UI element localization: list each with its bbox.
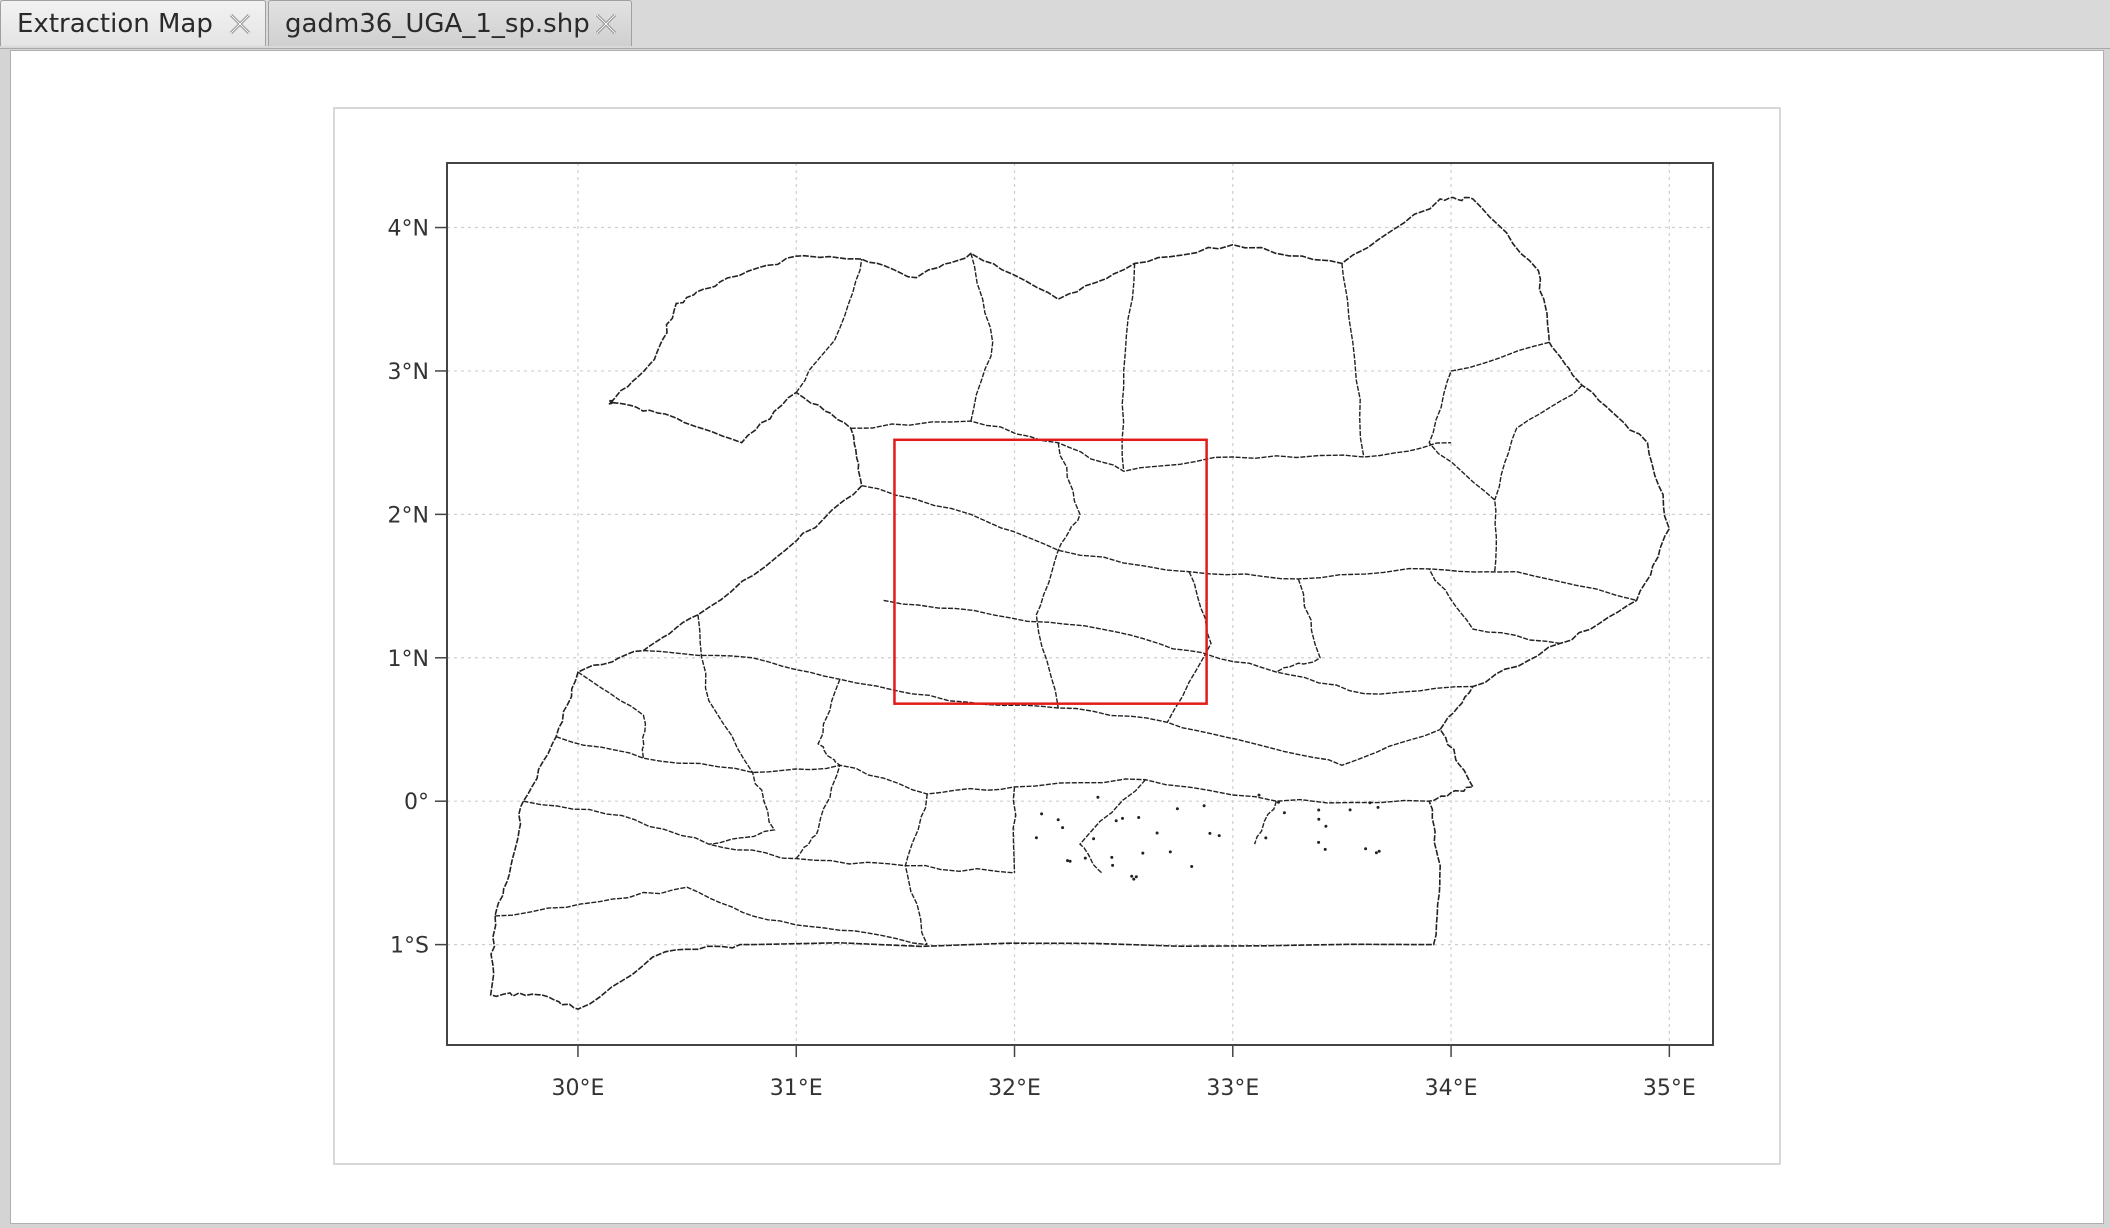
close-icon[interactable] [591,9,621,39]
x-tick-label: 30°E [552,1076,605,1101]
island-dot [1040,812,1044,816]
tab-shapefile[interactable]: gadm36_UGA_1_sp.shp [268,0,632,46]
island-dot [1132,877,1136,881]
x-tick-label: 32°E [988,1076,1041,1101]
x-tick-label: 34°E [1425,1076,1478,1101]
plot-frame: 30°E 31°E 32°E 33°E 34°E 35°E 4°N 3°N 2°N 1°N 0° 1… [333,107,1781,1165]
region-boundary [1428,568,1561,645]
island-dot [1217,834,1221,838]
island-dot [1096,795,1100,799]
island-dot [1208,831,1212,835]
y-tick-label: 2°N [388,503,429,528]
island-dot [1317,840,1321,844]
region-boundary [904,793,928,945]
island-dot [1324,824,1328,828]
uganda-boundaries [489,196,1671,1010]
island-dot [1257,793,1261,797]
island-dot [1376,805,1380,809]
island-dot [1374,851,1378,855]
plot-area-border [446,162,1714,1046]
country-outline [489,196,1671,1010]
island-dot [1121,816,1124,820]
region-boundary [795,258,863,393]
region-boundary [523,800,1015,874]
island-dot [1175,807,1179,811]
tab-label: gadm36_UGA_1_sp.shp [285,8,590,39]
extraction-selection-box[interactable] [893,438,1208,705]
region-boundary [643,649,1441,767]
region-boundary [970,253,994,422]
y-axis-ticks: 4°N 3°N 2°N 1°N 0° 1°S [388,217,447,959]
island-dot [1141,851,1145,855]
x-axis-ticks: 30°E 31°E 32°E 33°E 34°E 35°E [552,1045,1696,1101]
island-dot [1034,836,1038,840]
y-tick-label: 0° [404,790,429,815]
region-boundary [1035,442,1081,709]
map-plot[interactable]: 30°E 31°E 32°E 33°E 34°E 35°E 4°N 3°N 2°N 1°N 0° 1… [335,109,1779,1163]
island-dot [1083,856,1087,860]
region-boundary [861,485,1637,602]
region-boundary [1166,571,1212,723]
island-dot [1092,837,1096,841]
y-tick-label: 3°N [388,360,429,385]
island-dot [1061,826,1065,830]
region-boundary [1428,341,1550,572]
island-dot [1364,847,1368,851]
island-dot [1368,801,1372,805]
y-tick-label: 4°N [388,217,429,242]
y-tick-label: 1°S [390,934,429,959]
region-boundary [1079,779,1147,874]
close-icon[interactable] [225,9,255,39]
island-dot [1134,875,1138,879]
island-dot [1317,808,1321,812]
region-boundary [1494,384,1583,501]
map-panel: 30°E 31°E 32°E 33°E 34°E 35°E 4°N 3°N 2°N 1°N 0° 1… [10,50,2104,1224]
island-dot [1323,847,1327,851]
island-dot [1377,849,1381,853]
grid [447,163,1713,1045]
island-dot [1155,831,1159,835]
island-dot [1130,874,1134,878]
island-dot [1066,859,1069,863]
x-tick-label: 33°E [1206,1076,1259,1101]
region-boundary [494,886,928,946]
tab-label: Extraction Map [17,8,213,39]
island-dot [1137,816,1141,819]
island-dot [1056,818,1060,822]
region-boundary [850,420,1452,473]
island-dot [1282,811,1286,815]
region-boundary [555,736,1430,804]
island-dot [1317,817,1321,821]
island-dot [1110,855,1114,859]
island-dot [1202,804,1206,808]
tab-bar: Extraction Map gadm36_UGA_1_sp.shp [0,0,2110,49]
tab-extraction-map[interactable]: Extraction Map [0,0,266,46]
x-tick-label: 31°E [770,1076,823,1101]
region-boundary [883,599,1473,695]
island-dot [1168,850,1172,854]
island-dot [1190,865,1194,868]
island-dot [1277,800,1280,804]
island-dot [1111,863,1115,867]
island-dot [1068,859,1072,863]
island-dot [1348,808,1352,812]
island-dot [1264,836,1268,840]
x-tick-label: 35°E [1643,1076,1696,1101]
region-boundary [697,614,776,845]
y-tick-label: 1°N [388,647,429,672]
region-boundary [1341,263,1365,458]
island-dot [1114,819,1118,823]
